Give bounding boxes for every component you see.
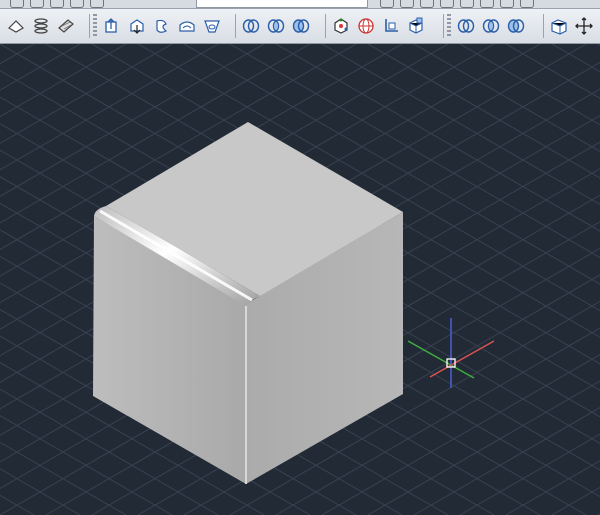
toolbar-separator — [543, 14, 544, 38]
box-icon[interactable] — [547, 14, 571, 38]
surface-icon[interactable] — [54, 14, 78, 38]
ucs-icon[interactable] — [379, 14, 403, 38]
move-gizmo-icon[interactable] — [572, 14, 596, 38]
taper-faces-icon[interactable] — [200, 14, 224, 38]
grid-line — [459, 433, 600, 515]
shell-icon[interactable] — [175, 14, 199, 38]
grid-line — [0, 44, 35, 65]
grid-line — [413, 407, 600, 515]
toolbar-group-view — [322, 13, 429, 39]
orbit-icon[interactable] — [329, 14, 353, 38]
visual-style-icon[interactable] — [354, 14, 378, 38]
partial-input-field[interactable] — [196, 0, 368, 8]
subtract-icon[interactable] — [289, 14, 313, 38]
toolbar-grip[interactable] — [93, 14, 97, 38]
ucs-crosshair-icon[interactable] — [407, 318, 495, 388]
toolbar-group-solid-edit — [86, 13, 225, 39]
grid-line — [505, 460, 600, 515]
drawing-viewport[interactable] — [0, 44, 600, 515]
partial-icons-left — [10, 0, 104, 8]
spring-icon[interactable] — [29, 14, 53, 38]
toolbar-group-modeling — [4, 13, 79, 39]
grid-line — [459, 44, 600, 126]
extrude-faces-icon[interactable] — [100, 14, 124, 38]
section-plane-icon[interactable] — [4, 14, 28, 38]
grid-line — [413, 44, 600, 152]
toolbar-group-boolean — [232, 13, 314, 39]
toolbar-separator — [89, 14, 90, 38]
toolbar-separator — [443, 14, 444, 38]
modeling-toolbar — [0, 9, 600, 44]
intersect-icon[interactable] — [264, 14, 288, 38]
toolbar-separator — [325, 14, 326, 38]
toolbar-strip-top — [0, 0, 600, 9]
viewport-scene — [0, 44, 600, 515]
union-icon[interactable] — [454, 14, 478, 38]
offset-faces-icon[interactable] — [150, 14, 174, 38]
view-cube-icon[interactable] — [404, 14, 428, 38]
grid-line — [0, 494, 35, 515]
move-faces-icon[interactable] — [125, 14, 149, 38]
grid-line — [505, 44, 600, 99]
union-icon[interactable] — [239, 14, 263, 38]
partial-icons-right — [380, 0, 534, 8]
toolbar-group-misc — [540, 13, 597, 39]
toolbar-separator — [235, 14, 236, 38]
toolbar-group-boolean-2 — [440, 13, 529, 39]
toolbar-grip[interactable] — [447, 14, 451, 38]
intersect-icon[interactable] — [479, 14, 503, 38]
subtract-icon[interactable] — [504, 14, 528, 38]
